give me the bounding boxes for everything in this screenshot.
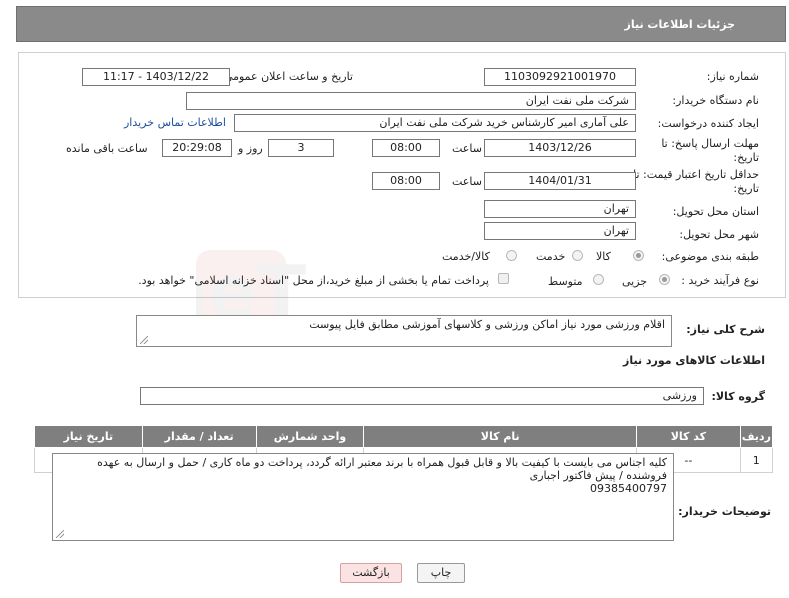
buyer-notes-textarea[interactable]: کلیه اجناس می بایست با کیفیت بالا و قابل… [52, 453, 674, 541]
deadline-time-label: ساعت [452, 142, 482, 155]
col-header-row-number: ردیف [739, 425, 774, 448]
goods-section-title: اطلاعات کالاهای مورد نیاز [623, 354, 765, 367]
remaining-label: ساعت باقی مانده [66, 142, 148, 155]
category-radio-service[interactable] [572, 250, 583, 261]
print-button[interactable]: چاپ [417, 563, 465, 583]
process-radio-medium[interactable] [593, 274, 604, 285]
days-remaining-field[interactable]: 3 [268, 139, 334, 157]
col-header-code: کد کالا [636, 425, 741, 448]
treasury-payment-note: پرداخت تمام یا بخشی از مبلغ خرید،از محل … [138, 274, 489, 287]
buyer-contact-link[interactable]: اطلاعات تماس خریدار [124, 116, 226, 129]
process-label: نوع فرآیند خرید : [681, 274, 759, 287]
page-title: جزئیات اطلاعات نیاز [624, 18, 736, 31]
province-label: استان محل تحویل: [672, 205, 759, 218]
validity-label: حداقل تاریخ اعتبار قیمت: تا [633, 168, 759, 181]
cell-row-number: 1 [739, 447, 774, 473]
page-header: جزئیات اطلاعات نیاز [16, 6, 786, 42]
announce-field[interactable]: 1403/12/22 - 11:17 [82, 68, 230, 86]
back-button[interactable]: بازگشت [340, 563, 402, 583]
resize-grip-icon[interactable] [140, 336, 148, 344]
treasury-payment-checkbox[interactable] [498, 273, 509, 284]
col-header-name: نام کالا [363, 425, 638, 448]
category-option-service: خدمت [536, 250, 566, 263]
city-field[interactable]: تهران [484, 222, 636, 240]
province-field[interactable]: تهران [484, 200, 636, 218]
category-radio-goods-service[interactable] [506, 250, 517, 261]
description-label: شرح کلی نیاز: [686, 323, 765, 336]
category-radio-goods[interactable] [633, 250, 644, 261]
process-radio-minor[interactable] [659, 274, 670, 285]
description-textarea[interactable]: اقلام ورزشی مورد نیاز اماکن ورزشی و کلاس… [136, 315, 672, 347]
col-header-quantity: تعداد / مقدار [141, 425, 257, 448]
col-header-unit: واحد شمارش [255, 425, 365, 448]
buyer-notes-line-2: فروشنده / پیش فاکتور اجباری [529, 469, 667, 482]
table-header-row: ردیف کد کالا نام کالا واحد شمارش تعداد /… [34, 425, 774, 448]
need-number-field[interactable]: 1103092921001970 [484, 68, 636, 86]
deadline-date-field[interactable]: 1403/12/26 [484, 139, 636, 157]
need-number-label: شماره نیاز: [706, 70, 759, 83]
col-header-need-date: تاریخ نیاز [34, 425, 143, 448]
remaining-time-field[interactable]: 20:29:08 [162, 139, 232, 157]
validity-time-field[interactable]: 08:00 [372, 172, 440, 190]
category-option-goods: کالا [596, 250, 611, 263]
deadline-label: مهلت ارسال پاسخ: تا [661, 137, 759, 150]
goods-group-label: گروه کالا: [711, 390, 765, 403]
city-label: شهر محل تحویل: [679, 228, 759, 241]
buyer-notes-line-1: کلیه اجناس می بایست با کیفیت بالا و قابل… [97, 456, 667, 469]
creator-label: ایجاد کننده درخواست: [657, 117, 759, 130]
deadline-label-date: تاریخ: [733, 151, 759, 164]
buyer-org-label: نام دستگاه خریدار: [672, 94, 759, 107]
announce-label: تاریخ و ساعت اعلان عمومی: [220, 70, 353, 83]
deadline-time-field[interactable]: 08:00 [372, 139, 440, 157]
category-option-goods-service: کالا/خدمت [442, 250, 490, 263]
category-label: طبقه بندی موضوعی: [661, 250, 759, 263]
buyer-org-field[interactable]: شرکت ملی نفت ایران [186, 92, 636, 110]
days-label: روز و [238, 142, 263, 155]
validity-time-label: ساعت [452, 175, 482, 188]
description-text: اقلام ورزشی مورد نیاز اماکن ورزشی و کلاس… [309, 318, 665, 331]
process-option-minor: جزیی [622, 275, 648, 288]
buyer-notes-label: توضیحات خریدار: [678, 505, 771, 518]
validity-date-field[interactable]: 1404/01/31 [484, 172, 636, 190]
creator-field[interactable]: علی آماری امیر کارشناس خرید شرکت ملی نفت… [234, 114, 636, 132]
goods-group-field[interactable]: ورزشی [140, 387, 704, 405]
process-option-medium: متوسط [548, 275, 583, 288]
resize-grip-icon[interactable] [56, 530, 64, 538]
validity-label-date: تاریخ: [733, 182, 759, 195]
buyer-notes-line-3: 09385400797 [590, 482, 667, 495]
